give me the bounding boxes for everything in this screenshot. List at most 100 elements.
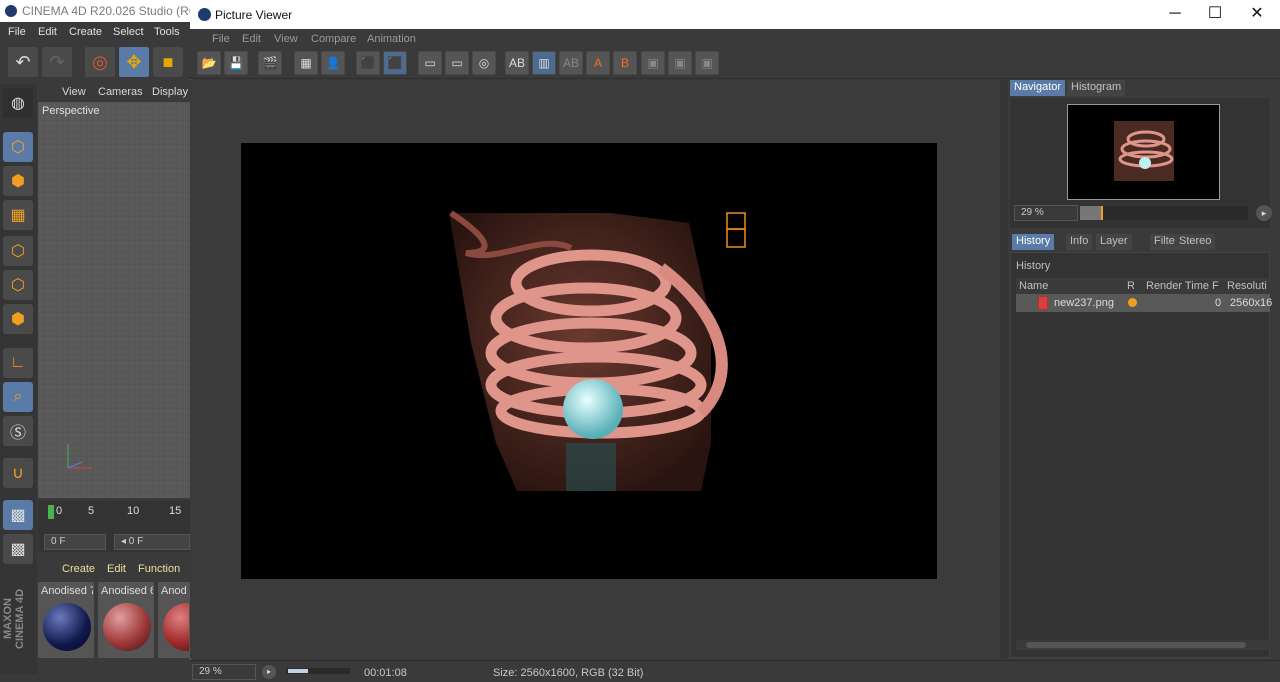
- play-icon[interactable]: ▸: [262, 665, 276, 679]
- swap-ab-icon[interactable]: AB: [559, 51, 583, 75]
- axis-mode-icon[interactable]: ∟: [3, 348, 33, 378]
- timeline-playhead[interactable]: [48, 505, 54, 519]
- material-menu-function[interactable]: Function: [138, 563, 180, 575]
- undo-icon[interactable]: ↶: [8, 47, 38, 77]
- navigator-tabs: Navigator Histogram: [1010, 80, 1270, 96]
- select-tool-icon[interactable]: ◎: [85, 47, 115, 77]
- material-preview: [103, 603, 151, 651]
- filter-icon[interactable]: ▣: [641, 51, 665, 75]
- tab-navigator[interactable]: Navigator: [1010, 80, 1066, 96]
- set-b-icon[interactable]: B: [613, 51, 637, 75]
- render-queue-icon[interactable]: 👤: [321, 51, 345, 75]
- image-alpha-icon[interactable]: ▭: [445, 51, 469, 75]
- magnet-icon[interactable]: ∪: [3, 458, 33, 488]
- material-label: Anodised 6: [101, 585, 153, 597]
- timeline-ruler[interactable]: 0 5 10 15: [38, 500, 190, 532]
- navigator-zoom-slider[interactable]: [1080, 206, 1248, 220]
- redo-icon[interactable]: ↷: [42, 47, 72, 77]
- col-name[interactable]: Name: [1019, 280, 1048, 292]
- timeline-tick: 5: [88, 505, 95, 517]
- material-swatch[interactable]: Anod: [158, 582, 190, 658]
- tab-history[interactable]: History: [1012, 234, 1055, 250]
- col-render-time[interactable]: Render Time: [1146, 280, 1209, 292]
- image-icon[interactable]: ▭: [418, 51, 442, 75]
- history-row-frame: 0: [1215, 297, 1222, 309]
- table-row[interactable]: new237.png 0 2560x16: [1016, 294, 1272, 312]
- navigator-thumbnail[interactable]: [1067, 104, 1220, 200]
- minimize-icon[interactable]: ─: [1160, 4, 1190, 24]
- viewport-menu-cameras[interactable]: Cameras: [98, 86, 143, 98]
- col-f[interactable]: F: [1212, 280, 1219, 292]
- zoom-step-icon[interactable]: ▸: [1256, 205, 1272, 221]
- channels-icon[interactable]: ▣: [695, 51, 719, 75]
- set-a-icon[interactable]: A: [586, 51, 610, 75]
- c4d-menu-edit[interactable]: Edit: [38, 26, 57, 38]
- scale-tool-icon[interactable]: ■: [153, 47, 183, 77]
- move-tool-icon[interactable]: ✥: [119, 47, 149, 77]
- viewport-menu-view[interactable]: View: [62, 86, 86, 98]
- pv-title-bar: Picture Viewer ─ ☐ ✕: [190, 0, 1280, 29]
- tab-info[interactable]: Info: [1066, 234, 1093, 250]
- current-frame-field[interactable]: ◂ 0 F: [114, 534, 190, 550]
- timeline-tick: 10: [127, 505, 140, 517]
- viewport-menu-display[interactable]: Display: [152, 86, 188, 98]
- image-file-icon: [1038, 296, 1048, 310]
- pv-toolbar: 📂 💾 🎬 ▦ 👤 ⬛ ⬛ ▭ ▭ ◎ AB ▥ AB A B ▣ ▣ ▣: [190, 49, 1280, 79]
- render-icon[interactable]: 🎬: [258, 51, 282, 75]
- points-mode-icon[interactable]: ⬡: [3, 236, 33, 266]
- history-tabs: History Info Layer Filter Stereo: [1010, 234, 1270, 250]
- history-column-headers: Name R Render Time F Resoluti: [1016, 278, 1270, 294]
- rendered-image: [241, 143, 937, 579]
- workplane-mode-icon[interactable]: ▩: [3, 534, 33, 564]
- split-compare-icon[interactable]: ▥: [532, 51, 556, 75]
- close-icon[interactable]: ✕: [1242, 4, 1272, 24]
- workplane-icon[interactable]: ▦: [3, 200, 33, 230]
- history-hscrollbar[interactable]: [1016, 640, 1270, 650]
- pv-menu-compare[interactable]: Compare: [311, 33, 356, 45]
- maximize-icon[interactable]: ☐: [1200, 4, 1230, 24]
- maxon-brand-logo: MAXON CINEMA 4D: [2, 588, 26, 650]
- material-menu-create[interactable]: Create: [62, 563, 95, 575]
- pv-menu-file[interactable]: File: [212, 33, 230, 45]
- c4d-menu-create[interactable]: Create: [69, 26, 102, 38]
- material-preview: [163, 603, 189, 651]
- edges-mode-icon[interactable]: ⬡: [3, 270, 33, 300]
- c4d-menu-select[interactable]: Select: [113, 26, 144, 38]
- save-still-icon[interactable]: ⬛: [383, 51, 407, 75]
- status-image-size: Size: 2560x1600, RGB (32 Bit): [493, 667, 644, 679]
- start-frame-field[interactable]: 0 F: [44, 534, 106, 550]
- polygons-mode-icon[interactable]: ⬢: [3, 304, 33, 334]
- material-swatch[interactable]: Anodised 6: [98, 582, 154, 658]
- lock-workplane-icon[interactable]: ▩: [3, 500, 33, 530]
- compare-ab-icon[interactable]: AB: [505, 51, 529, 75]
- save-icon[interactable]: 💾: [224, 51, 248, 75]
- material-preview: [43, 603, 91, 651]
- pv-menu-view[interactable]: View: [274, 33, 298, 45]
- tab-stereo[interactable]: Stereo: [1175, 234, 1216, 250]
- col-resolution[interactable]: Resoluti: [1227, 280, 1267, 292]
- c4d-viewport[interactable]: [38, 102, 190, 498]
- pv-menu-edit[interactable]: Edit: [242, 33, 261, 45]
- tweak-mode-icon[interactable]: ⌕: [3, 382, 33, 412]
- c4d-menu-tools[interactable]: Tools: [154, 26, 180, 38]
- render-settings-icon[interactable]: ▦: [294, 51, 318, 75]
- viewport-solo-icon[interactable]: ◍: [3, 88, 33, 118]
- col-r[interactable]: R: [1127, 280, 1135, 292]
- snap-icon[interactable]: Ⓢ: [3, 416, 33, 446]
- pv-menu-animation[interactable]: Animation: [367, 33, 416, 45]
- material-menu-edit[interactable]: Edit: [107, 563, 126, 575]
- navigator-zoom-field[interactable]: 29 %: [1014, 205, 1078, 221]
- status-zoom-field[interactable]: 29 %: [192, 664, 256, 680]
- material-label: Anodised 7: [41, 585, 93, 597]
- c4d-menu-file[interactable]: File: [8, 26, 26, 38]
- vertical-scrollbar[interactable]: [1000, 80, 1008, 658]
- model-mode-icon[interactable]: ⬡: [3, 132, 33, 162]
- open-file-icon[interactable]: 📂: [197, 51, 221, 75]
- material-swatch[interactable]: Anodised 7: [38, 582, 94, 658]
- texture-mode-icon[interactable]: ⬢: [3, 166, 33, 196]
- tab-layer[interactable]: Layer: [1096, 234, 1132, 250]
- image-refresh-icon[interactable]: ◎: [472, 51, 496, 75]
- stop-render-icon[interactable]: ⬛: [356, 51, 380, 75]
- tab-histogram[interactable]: Histogram: [1067, 80, 1126, 96]
- layer-icon[interactable]: ▣: [668, 51, 692, 75]
